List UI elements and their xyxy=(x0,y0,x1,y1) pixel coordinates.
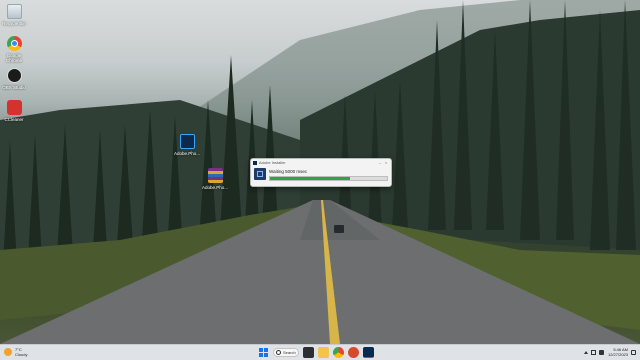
chevron-up-icon[interactable] xyxy=(583,350,588,354)
dialog-titlebar[interactable]: Adobe Installer – × xyxy=(251,159,391,166)
weather-widget[interactable]: 7°C Cloudy xyxy=(4,347,27,357)
chrome-icon[interactable] xyxy=(333,347,344,358)
desktop-icon-label: Adobe.Pho... xyxy=(173,151,201,156)
desktop-icon-label: Recycle Bin xyxy=(2,21,26,26)
close-button[interactable]: × xyxy=(383,160,389,165)
weather-desc: Cloudy xyxy=(15,352,28,357)
taskbar-apps: Search xyxy=(258,347,378,358)
recycle-bin-icon xyxy=(6,4,22,19)
chrome-icon xyxy=(6,36,22,51)
volume-icon[interactable] xyxy=(598,349,604,355)
taskbar-search[interactable]: Search xyxy=(273,348,299,357)
progress-fill xyxy=(270,177,350,180)
sun-icon xyxy=(4,348,12,356)
search-label: Search xyxy=(283,350,296,355)
winrar-archive-icon xyxy=(207,168,223,183)
clock-date: 12/27/2023 xyxy=(607,352,628,357)
file-explorer-icon[interactable] xyxy=(303,347,314,358)
desktop-icon-archive[interactable]: Adobe.Pho... xyxy=(201,168,229,190)
desktop-icon-label: CCleaner xyxy=(4,117,24,122)
folder-icon[interactable] xyxy=(318,347,329,358)
desktop-icon-photoshop[interactable]: Adobe.Pho... xyxy=(173,134,201,156)
desktop-icon-chrome[interactable]: Google Chrome xyxy=(0,36,28,63)
desktop-icon-label: OBS Studio xyxy=(2,85,26,90)
paint-icon[interactable] xyxy=(348,347,359,358)
search-icon xyxy=(276,350,281,355)
installer-icon[interactable] xyxy=(363,347,374,358)
clock[interactable]: 5:46 AM 12/27/2023 xyxy=(608,347,628,357)
desktop-icon-obs[interactable]: OBS Studio xyxy=(0,68,28,90)
photoshop-icon xyxy=(179,134,195,149)
desktop-icon-recycle-bin[interactable]: Recycle Bin xyxy=(0,4,28,26)
system-tray: 5:46 AM 12/27/2023 xyxy=(581,347,636,357)
notification-icon[interactable] xyxy=(631,349,636,355)
obs-icon xyxy=(6,68,22,83)
progress-bar xyxy=(269,176,388,181)
ccleaner-icon xyxy=(6,100,22,115)
installer-progress-dialog: Adobe Installer – × Waiting 5000 msec xyxy=(250,158,392,187)
desktop-icon-label: Google Chrome xyxy=(5,53,22,63)
app-icon xyxy=(254,168,266,180)
desktop-icon-label: Adobe.Pho... xyxy=(201,185,229,190)
dialog-title: Adobe Installer xyxy=(259,160,286,165)
desktop-icon-ccleaner[interactable]: CCleaner xyxy=(0,100,28,122)
network-icon[interactable] xyxy=(590,349,596,355)
status-text: Waiting 5000 msec xyxy=(269,169,308,174)
installer-icon xyxy=(253,160,257,165)
start-button[interactable] xyxy=(258,347,269,358)
taskbar: 7°C Cloudy Search 5:46 AM 12/27/2023 xyxy=(0,344,640,360)
